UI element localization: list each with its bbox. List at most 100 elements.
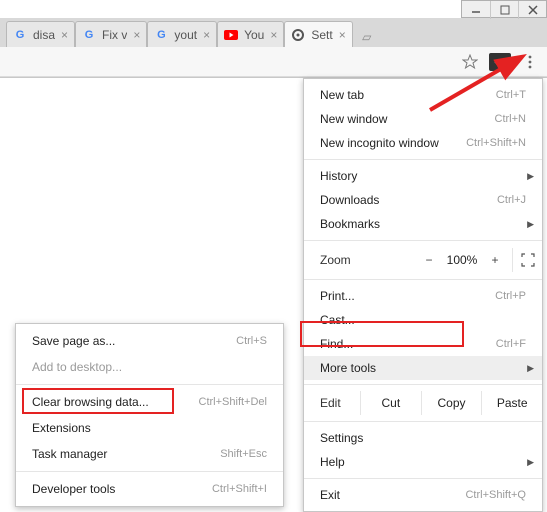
menu-item-label: Cast... [320, 313, 355, 327]
edit-paste-button[interactable]: Paste [481, 391, 542, 415]
menu-history[interactable]: History ▶ [304, 164, 542, 188]
menu-downloads[interactable]: Downloads Ctrl+J [304, 188, 542, 212]
menu-help[interactable]: Help ▶ [304, 450, 542, 474]
menu-item-shortcut: Ctrl+Shift+I [212, 483, 267, 495]
menu-find[interactable]: Find... Ctrl+F [304, 332, 542, 356]
menu-separator [304, 421, 542, 422]
tab-3[interactable]: You × [217, 21, 284, 47]
zoom-value: 100% [442, 253, 482, 267]
menu-item-shortcut: Shift+Esc [220, 448, 267, 460]
tab-close-icon[interactable]: × [61, 28, 68, 42]
menu-item-label: Clear browsing data... [32, 395, 149, 409]
menu-item-shortcut: Ctrl+N [495, 113, 526, 125]
submenu-arrow-icon: ▶ [527, 363, 534, 374]
fullscreen-button[interactable] [512, 248, 542, 272]
submenu-extensions[interactable]: Extensions [16, 415, 283, 441]
tab-title: disa [33, 28, 55, 42]
menu-more-tools[interactable]: More tools ▶ [304, 356, 542, 380]
menu-item-label: Print... [320, 289, 355, 303]
window-minimize-button[interactable] [462, 1, 490, 19]
minus-icon: − [425, 253, 432, 267]
chrome-main-menu: New tab Ctrl+T New window Ctrl+N New inc… [303, 78, 543, 512]
menu-separator [304, 240, 542, 241]
bookmark-star-icon[interactable] [461, 53, 479, 71]
tab-close-icon[interactable]: × [270, 28, 277, 42]
tab-1[interactable]: G Fix v × [75, 21, 147, 47]
menu-new-window[interactable]: New window Ctrl+N [304, 107, 542, 131]
tab-2[interactable]: G yout × [147, 21, 217, 47]
menu-separator [16, 384, 283, 385]
tab-strip: G disa × G Fix v × G yout × You × Sett ×… [0, 18, 547, 47]
menu-zoom-row: Zoom − 100% + [304, 245, 542, 275]
submenu-arrow-icon: ▶ [527, 171, 534, 182]
tab-title: Fix v [102, 28, 127, 42]
menu-new-incognito[interactable]: New incognito window Ctrl+Shift+N [304, 131, 542, 155]
more-tools-submenu: Save page as... Ctrl+S Add to desktop...… [15, 323, 284, 507]
submenu-save-page[interactable]: Save page as... Ctrl+S [16, 328, 283, 354]
menu-item-label: Help [320, 455, 345, 469]
menu-separator [16, 471, 283, 472]
menu-item-label: Bookmarks [320, 217, 380, 231]
menu-item-shortcut: Ctrl+P [495, 290, 526, 302]
menu-item-label: Extensions [32, 421, 91, 435]
menu-item-label: Exit [320, 488, 340, 502]
menu-item-label: Edit [320, 396, 360, 410]
menu-item-shortcut: Ctrl+F [496, 338, 526, 350]
zoom-out-button[interactable]: − [416, 248, 442, 272]
menu-separator [304, 279, 542, 280]
menu-settings[interactable]: Settings [304, 426, 542, 450]
tab-0[interactable]: G disa × [6, 21, 75, 47]
submenu-add-desktop[interactable]: Add to desktop... [16, 354, 283, 380]
menu-cast[interactable]: Cast... [304, 308, 542, 332]
menu-separator [304, 478, 542, 479]
submenu-arrow-icon: ▶ [527, 219, 534, 230]
window-maximize-button[interactable] [490, 1, 518, 19]
gear-favicon-icon [291, 28, 305, 42]
browser-toolbar [0, 47, 547, 77]
window-close-button[interactable] [518, 1, 546, 19]
menu-item-label: New window [320, 112, 387, 126]
menu-item-shortcut: Ctrl+Shift+N [466, 137, 526, 149]
tab-title: yout [174, 28, 197, 42]
submenu-task-manager[interactable]: Task manager Shift+Esc [16, 441, 283, 467]
menu-print[interactable]: Print... Ctrl+P [304, 284, 542, 308]
menu-item-label: New incognito window [320, 136, 439, 150]
google-favicon-icon: G [13, 28, 27, 42]
menu-item-label: Task manager [32, 447, 107, 461]
new-tab-button[interactable]: ▱ [357, 27, 377, 47]
menu-item-label: New tab [320, 88, 364, 102]
menu-item-shortcut: Ctrl+Shift+Q [465, 489, 526, 501]
menu-separator [304, 384, 542, 385]
edit-cut-button[interactable]: Cut [360, 391, 421, 415]
menu-item-label: Developer tools [32, 482, 115, 496]
menu-item-shortcut: Ctrl+Shift+Del [199, 396, 267, 408]
tab-title: Sett [311, 28, 332, 42]
tab-close-icon[interactable]: × [203, 28, 210, 42]
menu-item-shortcut: Ctrl+S [236, 335, 267, 347]
edit-copy-button[interactable]: Copy [421, 391, 482, 415]
menu-item-label: History [320, 169, 357, 183]
submenu-arrow-icon: ▶ [527, 457, 534, 468]
google-favicon-icon: G [82, 28, 96, 42]
submenu-clear-browsing-data[interactable]: Clear browsing data... Ctrl+Shift+Del [16, 389, 283, 415]
menu-item-label: Zoom [320, 253, 351, 267]
menu-item-label: Save page as... [32, 334, 115, 348]
menu-item-label: More tools [320, 361, 376, 375]
menu-item-label: Find... [320, 337, 353, 351]
menu-edit-row: Edit Cut Copy Paste [304, 389, 542, 417]
window-controls [461, 0, 547, 18]
zoom-in-button[interactable]: + [482, 248, 508, 272]
menu-new-tab[interactable]: New tab Ctrl+T [304, 83, 542, 107]
google-favicon-icon: G [154, 28, 168, 42]
tab-close-icon[interactable]: × [133, 28, 140, 42]
menu-exit[interactable]: Exit Ctrl+Shift+Q [304, 483, 542, 507]
youtube-favicon-icon [224, 28, 238, 42]
tab-4-settings[interactable]: Sett × [284, 21, 352, 47]
menu-item-label: Downloads [320, 193, 379, 207]
menu-bookmarks[interactable]: Bookmarks ▶ [304, 212, 542, 236]
submenu-developer-tools[interactable]: Developer tools Ctrl+Shift+I [16, 476, 283, 502]
menu-item-label: Add to desktop... [32, 360, 122, 374]
extension-button[interactable] [489, 53, 511, 71]
tab-close-icon[interactable]: × [339, 28, 346, 42]
chrome-menu-button[interactable] [521, 53, 539, 71]
